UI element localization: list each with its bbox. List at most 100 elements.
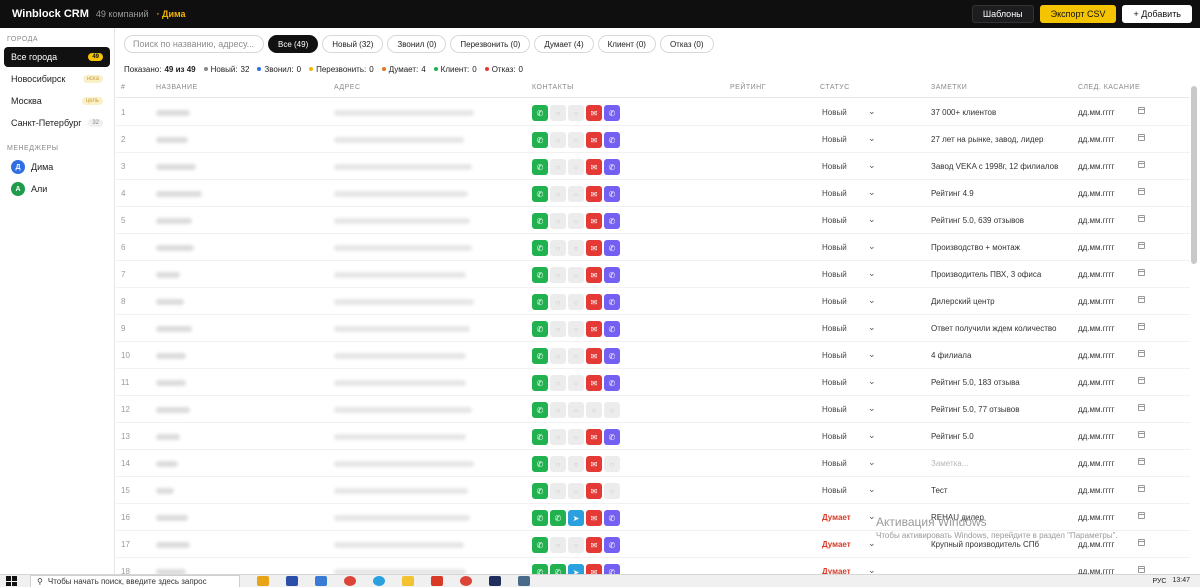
table-row[interactable]: 2 ✆ ○ ○ ✉ ✆ Новый ⌄ 27 лет на рынке, завод, лиде… bbox=[116, 126, 1190, 153]
company-name-redacted[interactable] bbox=[156, 461, 178, 467]
email-icon[interactable]: ✉ bbox=[586, 213, 602, 229]
company-name-redacted[interactable] bbox=[156, 218, 192, 224]
chevron-down-icon[interactable]: ⌄ bbox=[868, 511, 876, 522]
table-row[interactable]: 6 ✆ ○ ○ ✉ ✆ Новый ⌄ Производство + монтаж дд.мм.г… bbox=[116, 234, 1190, 261]
status-select[interactable]: Новый bbox=[822, 378, 847, 387]
company-name-redacted[interactable] bbox=[156, 299, 184, 305]
viber-icon[interactable]: ✆ bbox=[604, 510, 620, 526]
status-select[interactable]: Новый bbox=[822, 108, 847, 117]
filter-chip-new[interactable]: Новый (32) bbox=[322, 35, 384, 53]
calendar-icon[interactable] bbox=[1138, 458, 1145, 465]
app-icon[interactable] bbox=[489, 576, 501, 586]
chevron-down-icon[interactable]: ⌄ bbox=[868, 457, 876, 468]
taskbar-search[interactable]: ⚲ Чтобы начать поиск, введите здесь запр… bbox=[30, 574, 240, 587]
chevron-down-icon[interactable]: ⌄ bbox=[868, 187, 876, 198]
status-select[interactable]: Новый bbox=[822, 405, 847, 414]
table-scrollbar[interactable] bbox=[1191, 86, 1197, 264]
table-row[interactable]: 12 ✆ ○ ○ ○ ○ Новый ⌄ Рейтинг 5.0, 77 отзывов дд.м… bbox=[116, 396, 1190, 423]
viber-icon[interactable]: ✆ bbox=[604, 267, 620, 283]
email-icon[interactable]: ✉ bbox=[586, 321, 602, 337]
app-icon[interactable] bbox=[402, 576, 414, 586]
calendar-icon[interactable] bbox=[1138, 431, 1145, 438]
company-name-redacted[interactable] bbox=[156, 434, 180, 440]
viber-icon[interactable]: ✆ bbox=[604, 294, 620, 310]
phone-icon[interactable]: ✆ bbox=[532, 159, 548, 175]
chevron-down-icon[interactable]: ⌄ bbox=[868, 295, 876, 306]
company-name-redacted[interactable] bbox=[156, 488, 174, 494]
phone-icon[interactable]: ✆ bbox=[532, 105, 548, 121]
calendar-icon[interactable] bbox=[1138, 161, 1145, 168]
chevron-down-icon[interactable]: ⌄ bbox=[868, 322, 876, 333]
language-indicator[interactable]: РУС bbox=[1152, 578, 1166, 585]
phone-icon[interactable]: ✆ bbox=[532, 186, 548, 202]
phone-icon[interactable]: ✆ bbox=[532, 240, 548, 256]
chrome-icon[interactable] bbox=[344, 576, 356, 586]
filter-chip-thinking[interactable]: Думает (4) bbox=[534, 35, 594, 53]
viber-icon[interactable]: ✆ bbox=[604, 186, 620, 202]
filter-chip-called[interactable]: Звонил (0) bbox=[387, 35, 447, 53]
status-select[interactable]: Новый bbox=[822, 216, 847, 225]
status-select[interactable]: Новый bbox=[822, 243, 847, 252]
filter-chip-all[interactable]: Все (49) bbox=[268, 35, 319, 53]
status-select[interactable]: Думает bbox=[822, 513, 851, 522]
table-row[interactable]: 18 ✆ ✆ ➤ ✉ ✆ Думает ⌄ дд.мм.гггг bbox=[116, 558, 1190, 574]
next-contact-date-input[interactable]: дд.мм.гггг bbox=[1078, 486, 1114, 495]
note-field[interactable]: Завод VEKA с 1998г, 12 филиалов bbox=[931, 162, 1058, 171]
export-csv-button[interactable]: Экспорт CSV bbox=[1039, 5, 1117, 23]
chevron-down-icon[interactable]: ⌄ bbox=[868, 106, 876, 117]
table-row[interactable]: 11 ✆ ○ ○ ✉ ✆ Новый ⌄ Рейтинг 5.0, 183 отзыва дд.м… bbox=[116, 369, 1190, 396]
status-select[interactable]: Новый bbox=[822, 297, 847, 306]
calendar-icon[interactable] bbox=[1138, 404, 1145, 411]
company-name-redacted[interactable] bbox=[156, 191, 202, 197]
company-name-redacted[interactable] bbox=[156, 542, 190, 548]
email-icon[interactable]: ✉ bbox=[586, 456, 602, 472]
table-row[interactable]: 5 ✆ ○ ○ ✉ ✆ Новый ⌄ Рейтинг 5.0, 639 отзывов дд.м… bbox=[116, 207, 1190, 234]
next-contact-date-input[interactable]: дд.мм.гггг bbox=[1078, 405, 1114, 414]
phone-icon[interactable]: ✆ bbox=[532, 429, 548, 445]
chevron-down-icon[interactable]: ⌄ bbox=[868, 268, 876, 279]
calendar-icon[interactable] bbox=[1138, 323, 1145, 330]
email-icon[interactable]: ✉ bbox=[586, 159, 602, 175]
next-contact-date-input[interactable]: дд.мм.гггг bbox=[1078, 216, 1114, 225]
status-select[interactable]: Думает bbox=[822, 567, 851, 574]
viber-icon[interactable]: ✆ bbox=[604, 240, 620, 256]
sidebar-item-all-cities[interactable]: Все города 49 bbox=[4, 47, 110, 67]
note-field[interactable]: 4 филиала bbox=[931, 351, 971, 360]
chevron-down-icon[interactable]: ⌄ bbox=[868, 403, 876, 414]
calendar-icon[interactable] bbox=[1138, 215, 1145, 222]
company-name-redacted[interactable] bbox=[156, 164, 196, 170]
email-icon[interactable]: ✉ bbox=[586, 186, 602, 202]
chevron-down-icon[interactable]: ⌄ bbox=[868, 484, 876, 495]
status-select[interactable]: Думает bbox=[822, 540, 851, 549]
column-header-rating[interactable]: РЕЙТИНГ bbox=[730, 84, 766, 91]
calendar-icon[interactable] bbox=[1138, 188, 1145, 195]
viber-icon[interactable]: ✆ bbox=[604, 375, 620, 391]
status-select[interactable]: Новый bbox=[822, 270, 847, 279]
table-row[interactable]: 9 ✆ ○ ○ ✉ ✆ Новый ⌄ Ответ получили ждем количест… bbox=[116, 315, 1190, 342]
note-field[interactable]: Рейтинг 5.0, 639 отзывов bbox=[931, 216, 1024, 225]
phone-icon[interactable]: ✆ bbox=[532, 483, 548, 499]
chrome-icon[interactable] bbox=[460, 576, 472, 586]
status-select[interactable]: Новый bbox=[822, 189, 847, 198]
phone-icon[interactable]: ✆ bbox=[532, 294, 548, 310]
note-field[interactable]: 27 лет на рынке, завод, лидер bbox=[931, 135, 1043, 144]
note-field[interactable]: Производитель ПВХ, 3 офиса bbox=[931, 270, 1041, 279]
viber-icon[interactable]: ✆ bbox=[604, 564, 620, 574]
chevron-down-icon[interactable]: ⌄ bbox=[868, 160, 876, 171]
windows-start-icon[interactable] bbox=[6, 576, 18, 586]
add-company-button[interactable]: + Добавить bbox=[1122, 5, 1192, 23]
whatsapp-icon[interactable]: ✆ bbox=[550, 510, 566, 526]
table-row[interactable]: 7 ✆ ○ ○ ✉ ✆ Новый ⌄ Производитель ПВХ, 3 офиса дд… bbox=[116, 261, 1190, 288]
phone-icon[interactable]: ✆ bbox=[532, 348, 548, 364]
column-header-status[interactable]: СТАТУС bbox=[820, 84, 850, 91]
templates-button[interactable]: Шаблоны bbox=[971, 5, 1034, 23]
phone-icon[interactable]: ✆ bbox=[532, 510, 548, 526]
company-name-redacted[interactable] bbox=[156, 245, 194, 251]
email-icon[interactable]: ✉ bbox=[586, 429, 602, 445]
note-field[interactable]: Крупный производитель СПб bbox=[931, 540, 1039, 549]
next-contact-date-input[interactable]: дд.мм.гггг bbox=[1078, 135, 1114, 144]
app-icon[interactable] bbox=[431, 576, 443, 586]
telegram-icon[interactable]: ➤ bbox=[568, 510, 584, 526]
next-contact-date-input[interactable]: дд.мм.гггг bbox=[1078, 270, 1114, 279]
phone-icon[interactable]: ✆ bbox=[532, 321, 548, 337]
